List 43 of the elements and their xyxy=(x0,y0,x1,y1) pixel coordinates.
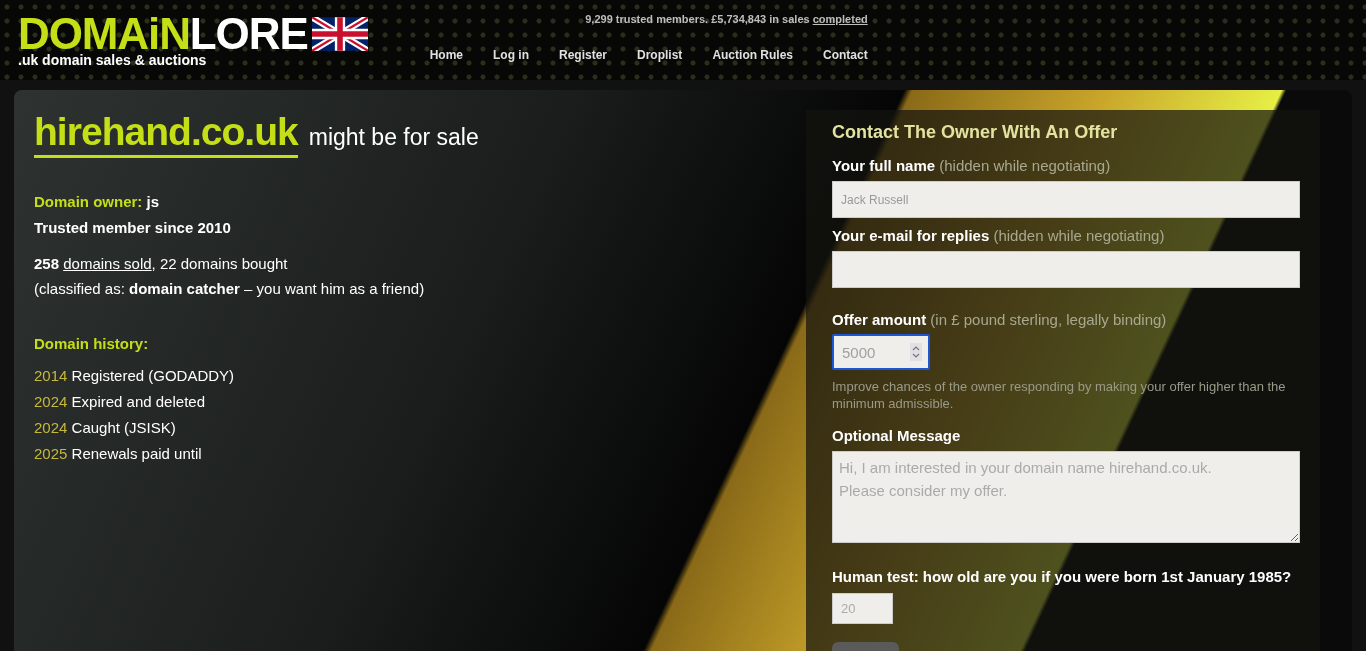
email-field[interactable] xyxy=(832,251,1300,288)
spinner-icon[interactable] xyxy=(910,343,922,361)
domains-sold-link[interactable]: domains sold xyxy=(63,254,152,274)
sold-count: 258 xyxy=(34,254,60,274)
domain-subtitle: might be for sale xyxy=(308,122,479,152)
name-field[interactable]: Jack Russell xyxy=(832,181,1300,218)
nav-link[interactable]: Log in xyxy=(493,45,529,64)
form-title: Contact The Owner With An Offer xyxy=(832,121,1119,144)
history-event: Expired and deleted xyxy=(71,392,205,412)
history-event: Caught (JSISK) xyxy=(71,418,176,438)
field-label: Your e-mail for replies (hidden while negotiating) xyxy=(832,226,1166,246)
nav-link[interactable]: Register xyxy=(559,45,608,64)
nav-link[interactable]: Auction Rules xyxy=(712,45,794,64)
union-flag-icon xyxy=(311,17,368,51)
logo-tagline: .uk domain sales & auctions xyxy=(18,52,208,68)
field-label: Offer amount (in £ pound sterling, legally binding) xyxy=(832,310,1168,330)
field-label: Your full name (hidden while negotiating) xyxy=(832,156,1112,176)
offer-field[interactable]: 5000 xyxy=(832,334,930,370)
classification-text: (classified as: domain catcher – you want him as a friend) xyxy=(34,279,426,299)
logo-text: LORE xyxy=(189,14,308,54)
completed-link[interactable]: completed xyxy=(812,13,868,25)
nav-link[interactable]: Droplist xyxy=(637,45,683,64)
history-year: 2024 xyxy=(34,392,68,412)
bought-count: , 22 domains bought xyxy=(151,254,288,274)
owner-label: Domain owner: xyxy=(34,193,143,210)
history-year: 2025 xyxy=(34,444,68,464)
site-stats: 9,299 trusted members. £5,734,843 in sales completed xyxy=(585,12,868,27)
owner-name: js xyxy=(146,193,160,210)
nav-link[interactable]: Contact xyxy=(823,45,868,64)
logo-text: DOMAiN xyxy=(18,14,190,54)
age-field[interactable]: 20 xyxy=(832,593,893,624)
field-label: Optional Message xyxy=(832,426,962,446)
message-field[interactable]: Hi, I am interested in your domain name hirehand.co.uk. Please consider my offer. xyxy=(832,451,1300,543)
history-year: 2024 xyxy=(34,418,68,438)
field-label: Human test: how old are you if you were born 1st January 1985? xyxy=(832,567,1293,587)
history-title: Domain history: xyxy=(34,334,150,354)
member-since: Trusted member since 2010 xyxy=(34,218,232,238)
history-event: Renewals paid until xyxy=(71,444,202,464)
domain-title: hirehand.co.uk xyxy=(34,110,298,158)
nav-link[interactable]: Home xyxy=(429,45,463,64)
history-year: 2014 xyxy=(34,366,68,386)
history-event: Registered (GODADDY) xyxy=(71,366,235,386)
offer-note: Improve chances of the owner responding by making your offer higher than the minimum admissible. xyxy=(832,378,1287,412)
